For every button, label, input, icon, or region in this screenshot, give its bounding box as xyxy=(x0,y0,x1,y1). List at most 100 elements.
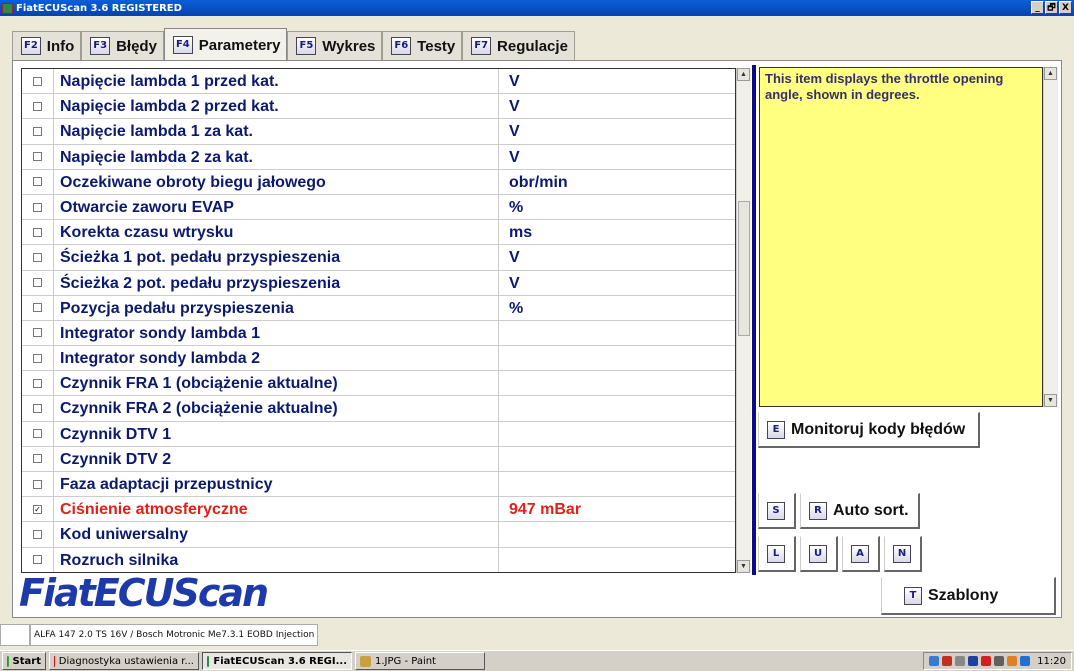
tray-icon[interactable] xyxy=(981,656,992,666)
table-row[interactable]: ✓ Ciśnienie atmosferyczne 947 mBar xyxy=(22,497,735,523)
checkbox-cell xyxy=(22,421,54,446)
scroll-up-icon[interactable]: ▲ xyxy=(737,68,750,81)
table-row[interactable]: Czynnik DTV 1 xyxy=(22,421,735,447)
table-row[interactable]: Czynnik FRA 2 (obciążenie aktualne) xyxy=(22,396,735,422)
tab-info[interactable]: F2 Info xyxy=(12,31,82,60)
table-row[interactable]: Napięcie lambda 2 przed kat. V xyxy=(22,94,735,120)
parameter-value xyxy=(499,321,735,345)
parameter-name: Napięcie lambda 2 przed kat. xyxy=(54,94,499,119)
minimize-button[interactable]: _ xyxy=(1031,1,1044,14)
app-icon xyxy=(207,655,210,667)
table-scrollbar[interactable]: ▲ ▼ xyxy=(736,68,751,573)
splitter[interactable] xyxy=(752,65,756,575)
scroll-up-icon[interactable]: ▲ xyxy=(1044,67,1057,80)
tray-icon[interactable] xyxy=(955,656,966,666)
checkbox[interactable] xyxy=(33,152,42,162)
checkbox[interactable] xyxy=(33,555,42,565)
parameter-value: V xyxy=(509,73,520,90)
maximize-button[interactable]: 🗗 xyxy=(1045,1,1058,14)
checkbox-cell xyxy=(22,346,54,371)
table-row[interactable]: Napięcie lambda 1 przed kat. V xyxy=(22,69,735,95)
parameter-value xyxy=(499,422,735,446)
app-icon xyxy=(360,655,371,667)
volume-icon[interactable] xyxy=(942,656,953,666)
checkbox[interactable] xyxy=(33,278,42,288)
taskbar-item[interactable]: FiatECUScan 3.6 REGI... xyxy=(202,652,352,670)
checkbox[interactable] xyxy=(33,303,42,313)
tab-parametery[interactable]: F4 Parametery xyxy=(163,28,288,61)
checkbox[interactable] xyxy=(33,429,42,439)
scroll-down-icon[interactable]: ▼ xyxy=(1044,394,1057,407)
checkbox[interactable] xyxy=(33,328,42,338)
table-row[interactable]: Faza adaptacji przepustnicy xyxy=(22,472,735,498)
taskbar-item[interactable]: 1.JPG - Paint xyxy=(355,652,485,670)
checkbox[interactable] xyxy=(33,353,42,363)
table-row[interactable]: Integrator sondy lambda 1 xyxy=(22,320,735,347)
table-row[interactable]: Ścieżka 2 pot. pedału przyspieszenia V xyxy=(22,270,735,296)
info-scrollbar[interactable]: ▲ ▼ xyxy=(1043,67,1058,407)
clock[interactable]: 11:20 xyxy=(1037,656,1066,667)
tray-icon[interactable] xyxy=(994,656,1005,666)
checkbox[interactable] xyxy=(33,529,42,539)
a-button[interactable]: A xyxy=(842,536,880,572)
table-row[interactable]: Kod uniwersalny xyxy=(22,522,735,548)
table-row[interactable]: Integrator sondy lambda 2 xyxy=(22,346,735,372)
tray-icon[interactable] xyxy=(1007,656,1018,666)
checkbox[interactable] xyxy=(33,454,42,464)
table-row[interactable]: Rozruch silnika xyxy=(22,547,735,572)
checkbox[interactable] xyxy=(33,202,42,212)
checkbox-cell xyxy=(22,119,54,144)
table-row[interactable]: Oczekiwane obroty biegu jałowego obr/min xyxy=(22,169,735,195)
tray-icon[interactable] xyxy=(1020,656,1031,666)
monitor-errors-button[interactable]: E Monitoruj kody błędów xyxy=(758,412,980,448)
table-row[interactable]: Korekta czasu wtrysku ms xyxy=(22,220,735,246)
tab-wykres[interactable]: F5 Wykres xyxy=(287,31,383,60)
network-icon[interactable] xyxy=(929,656,940,666)
checkbox[interactable] xyxy=(33,479,42,489)
table-row[interactable]: Pozycja pedału przyspieszenia% xyxy=(22,295,735,321)
function-key-icon: F2 xyxy=(21,37,41,55)
parameter-value: V xyxy=(509,123,520,141)
parameter-value: ms xyxy=(509,224,533,242)
checkbox[interactable] xyxy=(33,101,42,111)
auto-sort-button[interactable]: R Auto sort. xyxy=(800,493,920,529)
checkbox[interactable]: ✓ xyxy=(33,504,42,514)
start-button[interactable]: Start xyxy=(2,652,46,670)
parameter-name: Kod uniwersalny xyxy=(54,522,499,547)
table-row[interactable]: Napięcie lambda 2 za kat. V xyxy=(22,144,735,170)
tab-label: Regulacje xyxy=(497,37,568,55)
checkbox[interactable] xyxy=(33,404,42,414)
tab-regulacje[interactable]: F7 Regulacje xyxy=(462,31,575,60)
table-row[interactable]: Otwarcie zaworu EVAP% xyxy=(22,194,735,221)
table-row[interactable]: Czynnik FRA 1 (obciążenie aktualne) xyxy=(22,371,735,397)
l-button[interactable]: L xyxy=(758,536,796,572)
checkbox[interactable] xyxy=(33,76,42,86)
taskbar-item-label: Diagnostyka ustawienia r... xyxy=(58,655,194,667)
scroll-thumb[interactable] xyxy=(738,201,750,336)
table-row[interactable]: Ścieżka 1 pot. pedału przyspieszenia V xyxy=(22,245,735,271)
function-key-icon: F5 xyxy=(296,37,317,55)
tab-label: Parametery xyxy=(198,36,281,54)
table-row[interactable]: Napięcie lambda 1 za kat. V xyxy=(22,119,735,145)
checkbox[interactable] xyxy=(33,126,42,136)
checkbox[interactable] xyxy=(33,177,42,187)
info-box: This item displays the throttle opening … xyxy=(759,67,1043,407)
parameter-name: Rozruch silnika xyxy=(54,547,499,572)
taskbar-item[interactable]: Diagnostyka ustawienia r... xyxy=(49,652,199,670)
parameter-value xyxy=(499,548,735,572)
close-button[interactable]: X xyxy=(1059,1,1072,14)
checkbox[interactable] xyxy=(33,227,42,237)
checkbox[interactable] xyxy=(33,252,42,262)
parameter-value xyxy=(499,472,735,496)
tab-błędy[interactable]: F3 Błędy xyxy=(81,31,164,60)
templates-button[interactable]: T Szablony xyxy=(881,577,1056,615)
s-button[interactable]: S xyxy=(758,493,796,529)
tab-testy[interactable]: F6 Testy xyxy=(382,31,463,60)
usb-icon[interactable] xyxy=(968,656,979,666)
u-button[interactable]: U xyxy=(800,536,838,572)
table-row[interactable]: Czynnik DTV 2 xyxy=(22,446,735,472)
scroll-down-icon[interactable]: ▼ xyxy=(737,560,750,573)
checkbox[interactable] xyxy=(33,378,42,388)
taskbar: Start Diagnostyka ustawienia r... FiatECU… xyxy=(0,650,1074,671)
n-button[interactable]: N xyxy=(884,536,922,572)
